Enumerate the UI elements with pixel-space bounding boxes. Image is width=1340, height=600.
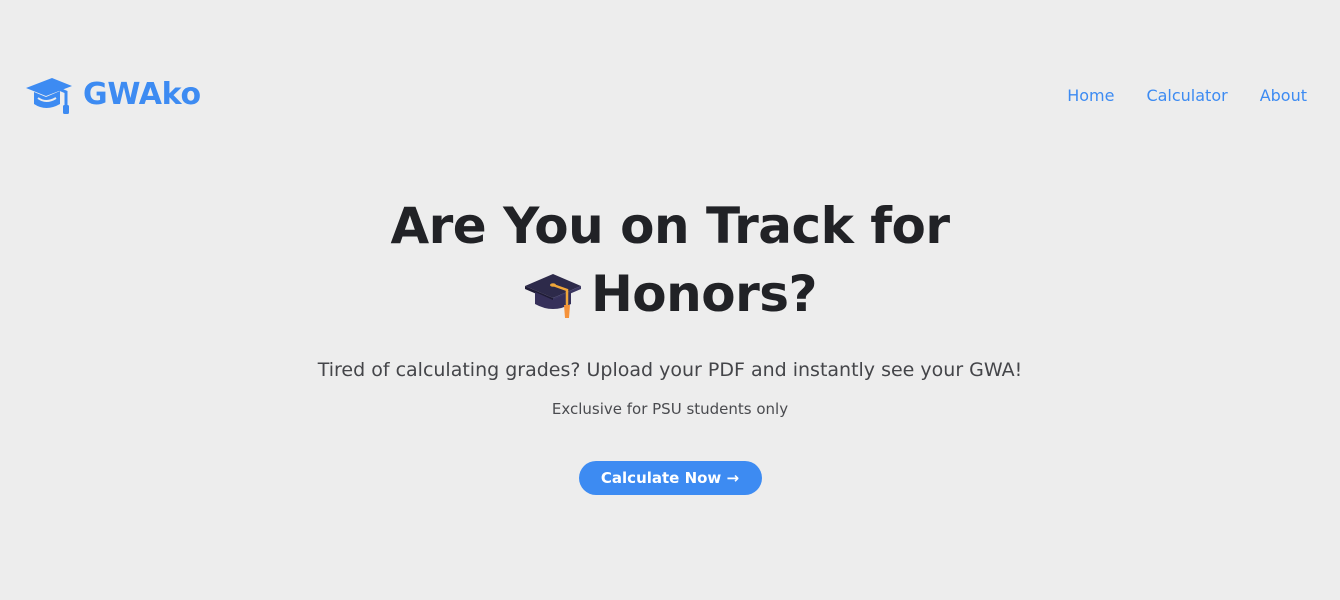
nav-calculator-link[interactable]: Calculator	[1146, 85, 1227, 107]
hero-section: Are You on Track for Honors? Tired of ca…	[0, 192, 1340, 495]
graduation-cap-emoji-icon	[524, 274, 581, 318]
calculate-now-button[interactable]: Calculate Now →	[578, 461, 762, 495]
hero-title-line2-wrapper: Honors?	[523, 260, 818, 328]
hero-title-line2: Honors?	[590, 265, 818, 323]
nav-about-link[interactable]: About	[1260, 85, 1307, 107]
hero-note: Exclusive for PSU students only	[551, 400, 789, 418]
graduation-cap-icon	[26, 78, 72, 114]
site-header: GWAko Home Calculator About	[0, 0, 1340, 190]
nav-home-link[interactable]: Home	[1067, 85, 1114, 107]
brand-logo-link[interactable]: GWAko	[24, 74, 201, 116]
hero-subtitle: Tired of calculating grades? Upload your…	[317, 359, 1023, 381]
page: GWAko Home Calculator About Are You on T…	[0, 0, 1340, 600]
main-nav: Home Calculator About	[1035, 85, 1307, 107]
hero-title-line1: Are You on Track for	[390, 197, 950, 255]
brand-name: GWAko	[83, 77, 201, 112]
hero-title: Are You on Track for Honors?	[0, 192, 1340, 339]
